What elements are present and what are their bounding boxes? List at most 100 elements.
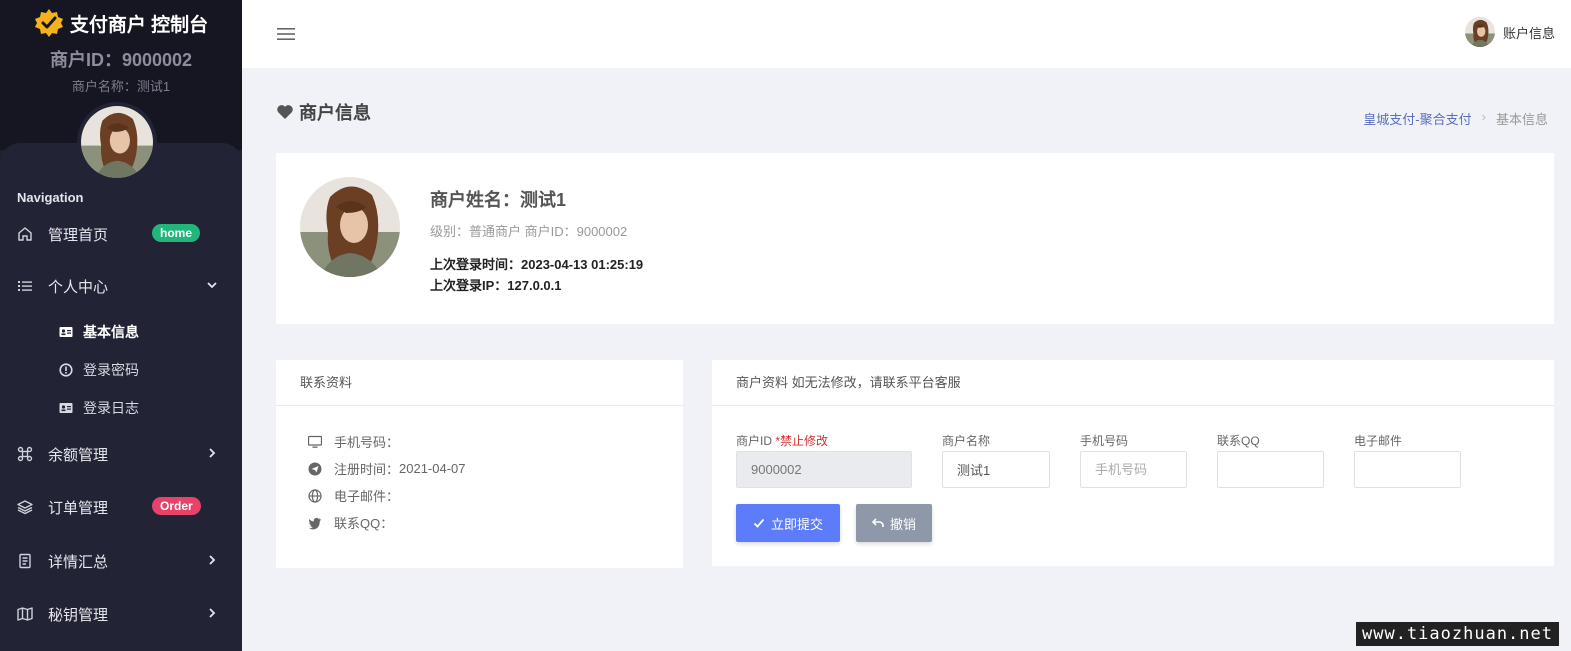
cancel-label: 撤销 (889, 516, 916, 532)
phone-input[interactable] (1080, 451, 1187, 488)
contact-value: 2021-04-07 (399, 461, 466, 476)
sidebar-merchant-name: 商户名称：测试1 (71, 79, 171, 94)
last-login-time: 上次登录时间：2023-04-13 01:25:19 (430, 257, 644, 272)
monitor-icon (308, 435, 322, 449)
contact-label: 电子邮件： (334, 489, 400, 504)
sidebar-item-label: 秘钥管理 (48, 606, 109, 624)
sidebar: 支付商户 控制台 商户ID：9000002 商户名称：测试1 Navigatio… (0, 0, 242, 651)
breadcrumb-current: 基本信息 (1495, 112, 1548, 127)
profile-avatar (300, 177, 400, 277)
contact-label: 注册时间： (334, 462, 400, 477)
profile-name: 商户姓名：测试1 (430, 190, 567, 210)
sidebar-item-label: 详情汇总 (48, 553, 109, 571)
chevron-right-icon (209, 448, 216, 458)
submit-label: 立即提交 (770, 516, 823, 532)
sidebar-avatar[interactable] (77, 102, 157, 182)
home-icon (17, 226, 33, 242)
hamburger-menu-icon[interactable] (276, 24, 296, 44)
send-icon (308, 462, 322, 476)
qq-label: 联系QQ (1217, 434, 1260, 448)
sidebar-item-orders[interactable]: 订单管理 Order (0, 487, 242, 527)
breadcrumb: 皇城支付-聚合支付 › 基本信息 (1363, 109, 1548, 128)
avatar-image (300, 177, 400, 277)
order-badge: Order (152, 497, 201, 515)
sidebar-item-label: 管理首页 (48, 226, 109, 244)
nav-title: Navigation (17, 190, 84, 205)
profile-card: 商户姓名：测试1 级别：普通商户 商户ID：9000002 上次登录时间：202… (276, 153, 1554, 324)
avatar-image (1464, 17, 1495, 47)
merchant-name-input[interactable] (942, 451, 1050, 488)
chevron-right-icon (209, 555, 216, 565)
phone-field: 手机号码 (1080, 432, 1187, 488)
watermark: www.tiaozhuan.net (1356, 622, 1559, 646)
chevron-right-icon (209, 608, 216, 618)
sidebar-subitem-basic-info[interactable]: 基本信息 (0, 317, 242, 347)
email-field: 电子邮件 (1354, 432, 1461, 488)
id-card-icon (59, 401, 73, 415)
qq-input[interactable] (1217, 451, 1324, 488)
page-title: 商户信息 (276, 99, 371, 125)
merchant-id-input (736, 451, 912, 488)
layers-icon (17, 499, 33, 515)
merchant-form-header: 商户资料 如无法修改，请联系平台客服 (712, 360, 1554, 406)
command-icon (17, 446, 33, 462)
last-login-ip: 上次登录IP：127.0.0.1 (430, 278, 562, 293)
topbar: 账户信息 (242, 0, 1571, 68)
email-label: 电子邮件 (1354, 434, 1403, 448)
field-label: 商户ID *禁止修改 (736, 432, 912, 450)
page-title-text: 商户信息 (299, 103, 371, 123)
merchant-name-label: 商户名称 (942, 434, 991, 448)
sidebar-subitem-label: 登录日志 (83, 400, 139, 416)
sidebar-subitem-label: 登录密码 (83, 362, 139, 378)
contact-label: 手机号码： (334, 435, 400, 450)
check-icon (753, 518, 765, 528)
id-card-icon (59, 325, 73, 339)
sidebar-item-label: 订单管理 (48, 499, 109, 517)
readonly-warning: *禁止修改 (775, 434, 829, 448)
merchant-form-card: 商户资料 如无法修改，请联系平台客服 商户ID *禁止修改 商户名称 手机号码 … (712, 360, 1554, 566)
phone-label: 手机号码 (1080, 434, 1129, 448)
globe-icon (308, 488, 322, 503)
avatar-image (81, 106, 153, 178)
contact-row-qq: 联系QQ： (308, 513, 393, 532)
merchant-id-label: 商户ID (736, 434, 773, 448)
list-icon (17, 278, 33, 294)
sidebar-item-personal-center[interactable]: 个人中心 (0, 266, 242, 306)
email-input[interactable] (1354, 451, 1461, 488)
cancel-button[interactable]: 撤销 (856, 504, 932, 542)
contact-card-header: 联系资料 (276, 360, 683, 406)
map-icon (17, 606, 33, 622)
twitter-icon (308, 516, 322, 530)
sidebar-merchant-id: 商户ID：9000002 (49, 50, 193, 70)
sidebar-item-label: 个人中心 (48, 278, 109, 296)
sidebar-subitem-login-log[interactable]: 登录日志 (0, 393, 242, 423)
document-icon (17, 553, 33, 569)
sidebar-item-summary[interactable]: 详情汇总 (0, 541, 242, 581)
chevron-down-icon (207, 282, 217, 289)
profile-level: 级别：普通商户 商户ID：9000002 (430, 224, 628, 239)
sidebar-subitem-label: 基本信息 (83, 324, 139, 340)
brand[interactable]: 支付商户 控制台 (0, 8, 242, 38)
merchant-id-field: 商户ID *禁止修改 (736, 432, 912, 488)
heart-icon (277, 105, 293, 119)
home-badge: home (152, 224, 201, 242)
sidebar-item-dashboard[interactable]: 管理首页 home (0, 214, 242, 254)
breadcrumb-separator: › (1481, 109, 1486, 124)
account-menu[interactable]: 账户信息 (1464, 17, 1555, 47)
contact-row-register-time: 注册时间： 2021-04-07 (308, 459, 466, 478)
sidebar-item-label: 余额管理 (48, 446, 109, 464)
qq-field: 联系QQ (1217, 432, 1324, 488)
contact-row-phone: 手机号码： (308, 432, 399, 451)
brand-logo-icon (34, 9, 63, 37)
submit-button[interactable]: 立即提交 (736, 504, 840, 542)
contact-label: 联系QQ： (334, 516, 394, 531)
breadcrumb-home-link[interactable]: 皇城支付-聚合支付 (1363, 109, 1471, 128)
sidebar-item-balance[interactable]: 余额管理 (0, 434, 242, 474)
sidebar-subitem-login-password[interactable]: 登录密码 (0, 355, 242, 385)
contact-row-email: 电子邮件： (308, 486, 399, 505)
account-label: 账户信息 (1502, 25, 1555, 41)
undo-icon (871, 518, 884, 527)
sidebar-item-keys[interactable]: 秘钥管理 (0, 594, 242, 634)
brand-title: 支付商户 控制台 (69, 14, 209, 36)
contact-card: 联系资料 手机号码： 注册时间： 2021-04-07 电子邮件： 联系QQ： (276, 360, 683, 568)
